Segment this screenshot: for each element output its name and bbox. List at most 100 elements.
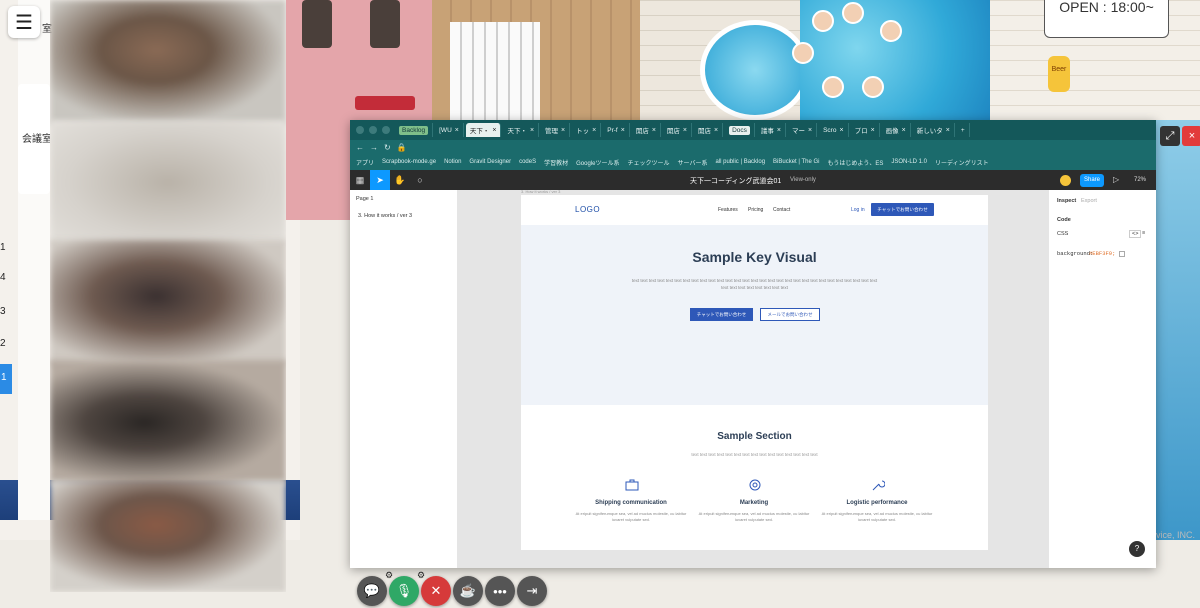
camera-settings-icon[interactable]: ⚙ <box>417 570 425 581</box>
browser-tab[interactable]: Scro × <box>819 123 849 137</box>
browser-tab[interactable]: トッ × <box>572 123 602 137</box>
bookmark[interactable]: BiBucket | The Gi <box>773 159 819 165</box>
hand-tool-icon[interactable]: ✋ <box>390 170 410 190</box>
bookmark[interactable]: チェックツール <box>627 158 669 167</box>
mic-icon[interactable]: 🎙 <box>389 576 419 606</box>
close-icon[interactable]: × <box>946 127 950 134</box>
close-icon[interactable]: × <box>621 127 625 134</box>
close-icon[interactable]: × <box>683 127 687 134</box>
close-icon[interactable]: × <box>871 127 875 134</box>
nav-link-pricing[interactable]: Pricing <box>748 207 763 213</box>
url-field[interactable] <box>412 142 1156 152</box>
exit-icon[interactable]: ⇥ <box>517 576 547 606</box>
meeting-room-label[interactable]: 会議室 <box>18 84 50 194</box>
nav-link-contact[interactable]: Contact <box>773 207 790 213</box>
browser-tab[interactable]: Docs <box>725 123 755 137</box>
video-tile[interactable] <box>50 360 286 485</box>
bookmark[interactable]: Gravit Designer <box>469 159 511 165</box>
browser-tab[interactable]: Backlog <box>395 123 434 137</box>
video-tile[interactable] <box>50 120 286 245</box>
zoom-level[interactable]: 72% <box>1134 177 1146 183</box>
layer-item[interactable]: 3. How it works / ver 3 <box>358 213 412 219</box>
share-button[interactable]: Share <box>1080 174 1104 187</box>
tab-inspect[interactable]: Inspect <box>1057 198 1076 204</box>
bookmark[interactable]: リーディングリスト <box>935 158 989 167</box>
close-icon[interactable]: × <box>530 127 534 134</box>
tab-export[interactable]: Export <box>1081 198 1097 204</box>
user-avatar-icon[interactable] <box>812 10 834 32</box>
page-selector[interactable]: Page 1 <box>356 196 373 202</box>
nav-cta-button[interactable]: チャットでお問い合わせ <box>871 203 934 216</box>
copy-icon[interactable] <box>1119 251 1125 257</box>
browser-tab[interactable]: 開店 × <box>663 123 692 137</box>
bookmark[interactable]: 学習教材 <box>544 158 568 167</box>
browser-tab[interactable]: 天下・ × <box>503 123 540 137</box>
help-button[interactable]: ? <box>1129 541 1145 557</box>
bookmark[interactable]: all public | Backlog <box>715 159 765 165</box>
close-icon[interactable]: × <box>777 127 781 134</box>
present-icon[interactable]: ▷ <box>1113 175 1119 184</box>
user-avatar-icon[interactable] <box>1060 175 1071 186</box>
close-icon[interactable]: × <box>902 127 906 134</box>
hamburger-menu-button[interactable]: ☰ <box>8 6 40 38</box>
shared-screen-window[interactable]: Backlog [WU × 天下・ × 天下・ × 管理 × トッ × Pr-f × 開店 ×… <box>350 120 1156 568</box>
video-tile[interactable] <box>50 0 286 125</box>
bookmark[interactable]: もうはじめよう、ES <box>828 158 884 167</box>
comment-tool-icon[interactable]: ○ <box>410 170 430 190</box>
forward-icon[interactable]: → <box>370 143 378 152</box>
figma-menu-icon[interactable]: ▦ <box>350 170 370 190</box>
bookmark[interactable]: サーバー系 <box>678 158 708 167</box>
window-dot[interactable] <box>356 126 364 134</box>
browser-tab[interactable]: 画像 × <box>882 123 911 137</box>
close-icon[interactable]: × <box>455 127 459 134</box>
user-avatar-icon[interactable] <box>822 76 844 98</box>
mic-settings-icon[interactable]: ⚙ <box>385 570 393 581</box>
user-avatar-icon[interactable] <box>862 76 884 98</box>
browser-tab[interactable]: プロ × <box>851 123 880 137</box>
nav-link-features[interactable]: Features <box>718 207 738 213</box>
browser-tab[interactable]: 開店 × <box>632 123 661 137</box>
close-icon[interactable]: × <box>839 127 843 134</box>
close-share-icon[interactable]: × <box>1182 126 1200 146</box>
user-avatar-icon[interactable] <box>792 42 814 64</box>
bookmark[interactable]: codeS <box>519 159 536 165</box>
chat-icon[interactable]: 💬 <box>357 576 387 606</box>
figma-file-name[interactable]: 天下一コーディング武道会01 <box>690 176 781 186</box>
browser-tab[interactable]: 議事 × <box>757 123 786 137</box>
browser-tab[interactable]: 管理 × <box>541 123 571 137</box>
close-icon[interactable]: × <box>808 127 812 134</box>
browser-tab[interactable]: マー × <box>788 123 818 137</box>
code-view-icon[interactable]: <> <box>1129 230 1142 238</box>
fullscreen-icon[interactable]: ⤢ <box>1160 126 1180 146</box>
css-selector[interactable]: CSS <box>1057 231 1068 237</box>
window-dot[interactable] <box>382 126 390 134</box>
move-tool-icon[interactable]: ➤ <box>370 170 390 190</box>
hero-secondary-button[interactable]: メールでお問い合わせ <box>760 308 820 321</box>
browser-tab[interactable]: 新しいタ × <box>913 123 955 137</box>
list-view-icon[interactable]: ≡ <box>1142 230 1145 236</box>
user-avatar-icon[interactable] <box>842 2 864 24</box>
browser-tab[interactable]: [WU × <box>435 123 464 137</box>
new-tab-icon[interactable]: + <box>957 123 970 137</box>
bookmark[interactable]: Googleツール系 <box>576 158 619 167</box>
window-dot[interactable] <box>369 126 377 134</box>
side-tab-active[interactable]: 1 <box>0 364 12 394</box>
browser-tab[interactable]: 開店 × <box>694 123 724 137</box>
camera-off-icon[interactable]: ✕ <box>421 576 451 606</box>
close-icon[interactable]: × <box>492 127 496 134</box>
back-icon[interactable]: ← <box>356 143 364 152</box>
reload-icon[interactable]: ↻ <box>384 143 391 152</box>
more-icon[interactable]: ••• <box>485 576 515 606</box>
video-tile[interactable] <box>50 240 286 365</box>
close-icon[interactable]: × <box>561 127 565 134</box>
bookmark[interactable]: JSON-LD 1.0 <box>891 159 927 165</box>
hero-primary-button[interactable]: チャットでお問い合わせ <box>690 308 753 321</box>
video-tile[interactable] <box>50 480 286 592</box>
coffee-icon[interactable]: ☕ <box>453 576 483 606</box>
design-frame[interactable]: LOGO Features Pricing Contact Log in チャッ… <box>521 195 988 550</box>
user-avatar-icon[interactable] <box>880 20 902 42</box>
close-icon[interactable]: × <box>714 127 718 134</box>
bookmark[interactable]: Notion <box>444 159 461 165</box>
bookmark[interactable]: アプリ <box>356 158 374 167</box>
close-icon[interactable]: × <box>652 127 656 134</box>
